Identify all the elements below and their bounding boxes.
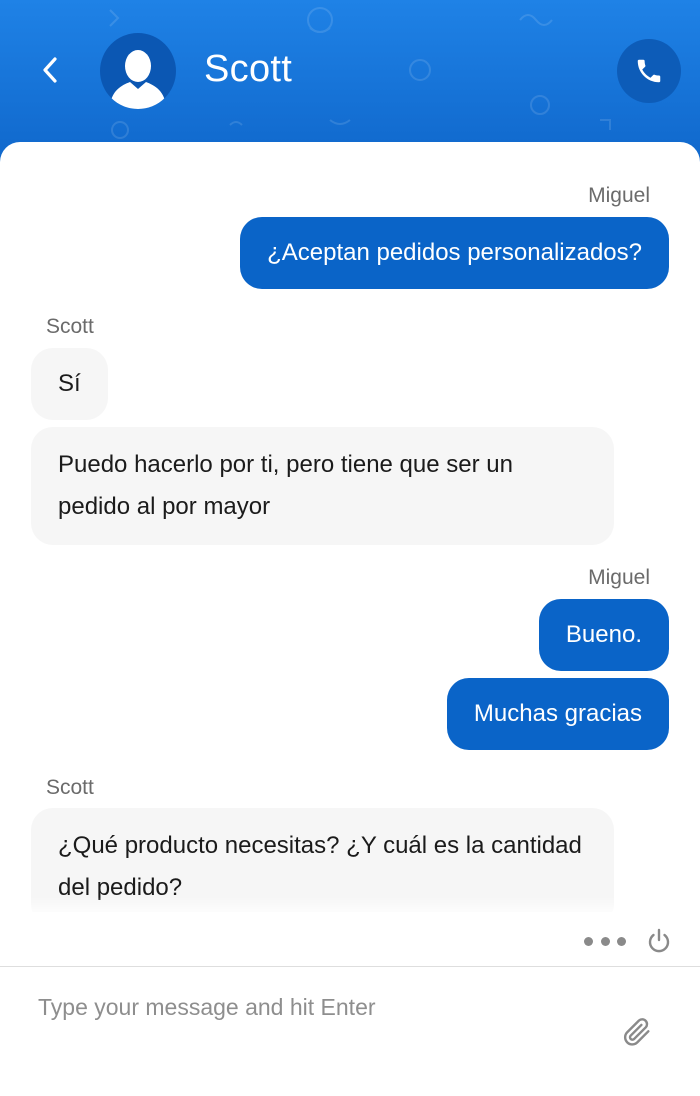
end-chat-button[interactable] — [645, 927, 673, 955]
user-silhouette-icon — [110, 50, 166, 109]
message-input[interactable] — [38, 987, 598, 1027]
paperclip-icon — [623, 1018, 650, 1046]
sender-label: Miguel — [588, 184, 650, 207]
avatar[interactable] — [100, 33, 176, 109]
more-dots-icon — [600, 936, 610, 946]
more-dots-icon — [617, 936, 626, 946]
more-dots-icon — [584, 936, 593, 946]
outgoing-message: Bueno. — [538, 599, 669, 671]
sender-label: Miguel — [588, 566, 650, 589]
outgoing-message: ¿Aceptan pedidos personalizados? — [240, 217, 669, 289]
chat-panel: Miguel ¿Aceptan pedidos personalizados? … — [0, 142, 700, 1096]
attach-button[interactable] — [620, 1015, 654, 1049]
incoming-message: Sí — [31, 348, 108, 420]
chevron-left-icon — [43, 57, 57, 83]
message-composer — [0, 967, 700, 1096]
more-options-button[interactable] — [584, 931, 626, 951]
incoming-message: Puedo hacerlo por ti, pero tiene que ser… — [31, 427, 614, 545]
call-button[interactable] — [617, 39, 681, 103]
power-icon — [648, 928, 670, 953]
contact-name: Scott — [204, 48, 293, 90]
chat-header: Scott — [0, 0, 700, 160]
outgoing-message: Muchas gracias — [446, 678, 669, 750]
scroll-fade — [0, 897, 700, 917]
back-button[interactable] — [30, 50, 70, 90]
sender-label: Scott — [46, 776, 94, 799]
phone-icon — [637, 59, 661, 83]
message-list[interactable]: Miguel ¿Aceptan pedidos personalizados? … — [0, 142, 700, 912]
sender-label: Scott — [46, 315, 94, 338]
